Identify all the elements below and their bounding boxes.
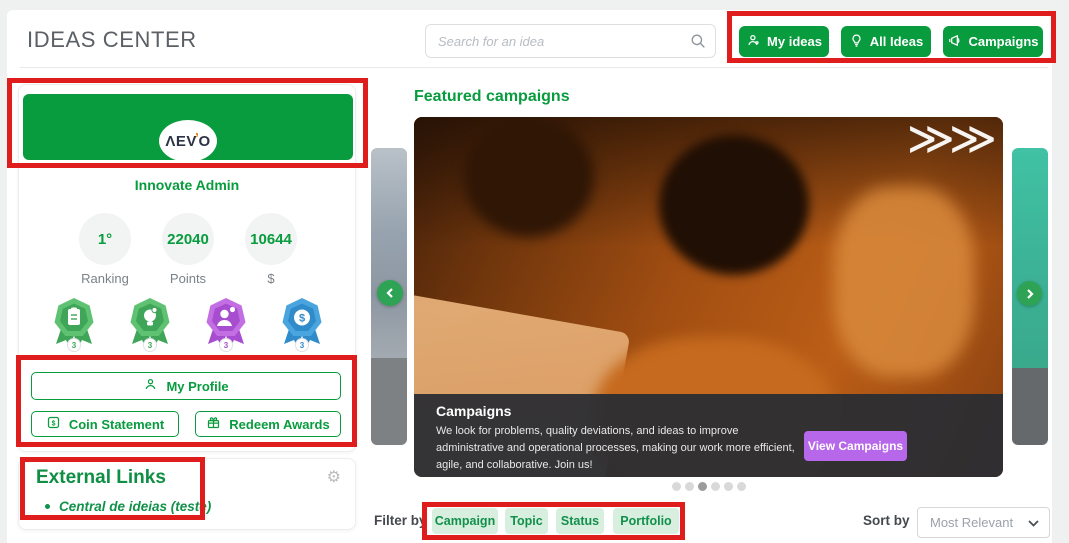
photo-shape [659,135,809,275]
person-outline-icon [143,377,158,395]
all-ideas-label: All Ideas [869,34,924,49]
carousel-dot-2[interactable] [684,482,694,491]
svg-text:3: 3 [148,341,153,350]
dollar-square-icon: $ [46,415,61,433]
coins-label: $ [267,271,275,286]
my-profile-button[interactable]: My Profile [31,372,341,400]
stat-coins: 10644 $ [236,213,306,286]
external-link-label: Central de ideias (teste) [59,499,212,514]
photo-shape [834,187,974,377]
filter-by-label: Filter by [374,513,427,528]
filter-pill-campaign[interactable]: Campaign [432,508,498,534]
carousel-dot-6[interactable] [736,482,746,491]
svg-text:3: 3 [72,341,77,350]
ranking-label: Ranking [81,271,129,286]
carousel-dot-5[interactable] [723,482,733,491]
money-badge-icon[interactable]: $ 3 [278,296,326,354]
bullet-icon [45,504,50,509]
gift-icon [206,415,221,433]
previous-slide-caption [371,358,407,445]
external-links-title: External Links [36,467,166,488]
svg-text:3: 3 [300,341,305,350]
campaign-caption: Campaigns We look for problems, quality … [414,394,1003,477]
my-profile-label: My Profile [166,378,229,394]
carousel-dots [414,482,1003,491]
campaign-description: We look for problems, quality deviations… [436,425,795,472]
badges-row: 3 3 3 $ 3 [50,296,326,356]
my-ideas-label: My ideas [767,34,822,49]
logo-text-end: O [198,132,211,150]
campaign-slide[interactable]: ≫≫ Campaigns We look for problems, quali… [414,117,1003,477]
stats-row: 1° Ranking 22040 Points 10644 $ [70,213,306,286]
sort-by-label: Sort by [863,513,910,528]
campaigns-label: Campaigns [968,34,1039,49]
ranking-value: 1° [79,213,131,265]
my-ideas-button[interactable]: My ideas [739,26,829,57]
chevron-right-icon [1026,288,1034,299]
ideas-center-page: IDEAS CENTER My ideas All Ideas Campaign… [0,0,1069,543]
svg-text:$: $ [299,313,305,325]
carousel-dot-4[interactable] [710,482,720,491]
carousel-dot-1[interactable] [671,482,681,491]
logo-text: ΛEV [165,132,197,150]
all-ideas-button[interactable]: All Ideas [841,26,931,57]
featured-campaigns-heading: Featured campaigns [414,88,570,105]
redeem-awards-label: Redeem Awards [229,416,330,432]
search-box [425,24,716,58]
photo-shape [464,117,594,237]
coin-statement-label: Coin Statement [68,416,165,432]
coins-value: 10644 [245,213,297,265]
next-slide-caption [1012,368,1048,445]
profile-badge-icon[interactable]: 3 [202,296,250,354]
double-chevrons-decor: ≫≫ [906,117,997,165]
redeem-awards-button[interactable]: Redeem Awards [195,411,341,437]
aevo-logo: ΛEV’ O [159,120,217,162]
carousel-dot-3[interactable] [697,482,707,491]
filter-pill-topic[interactable]: Topic [505,508,548,534]
campaigns-button[interactable]: Campaigns [943,26,1043,57]
profile-card: ΛEV’ O Innovate Admin 1° Ranking 22040 Po… [18,84,356,452]
filter-pill-status[interactable]: Status [556,508,604,534]
campaign-title: Campaigns [436,403,512,419]
person-icon [746,33,761,51]
header-divider [20,67,1048,68]
page-title: IDEAS CENTER [27,27,197,52]
stat-ranking: 1° Ranking [70,213,140,286]
coin-statement-button[interactable]: $ Coin Statement [31,411,179,437]
gear-icon[interactable]: ⚙ [327,467,341,487]
points-label: Points [169,271,207,286]
profile-name: Innovate Admin [134,177,240,193]
next-slide-image [1012,148,1048,368]
carousel-next-button[interactable] [1017,281,1042,306]
search-input[interactable] [426,25,715,57]
view-campaigns-button[interactable]: View Campaigns [804,431,907,461]
lightbulb-icon [849,33,864,51]
filter-pill-portfolio[interactable]: Portfolio [613,508,679,534]
stat-points: 22040 Points [153,213,223,286]
chevron-down-icon [1028,514,1039,532]
sort-selected-value: Most Relevant [930,515,1014,530]
svg-text:3: 3 [224,341,229,350]
external-links-card: External Links Central de ideias (teste)… [18,458,356,530]
points-value: 22040 [162,213,214,265]
notes-badge-icon[interactable]: 3 [50,296,98,354]
idea-badge-icon[interactable]: 3 [126,296,174,354]
external-link-item[interactable]: Central de ideias (teste) [45,499,211,514]
previous-slide-image [371,148,407,358]
svg-text:$: $ [51,420,55,427]
carousel-prev-button[interactable] [377,280,403,306]
sort-select[interactable]: Most Relevant [917,507,1050,538]
search-icon[interactable] [689,32,707,50]
megaphone-icon [947,33,962,51]
chevron-left-icon [386,288,393,298]
